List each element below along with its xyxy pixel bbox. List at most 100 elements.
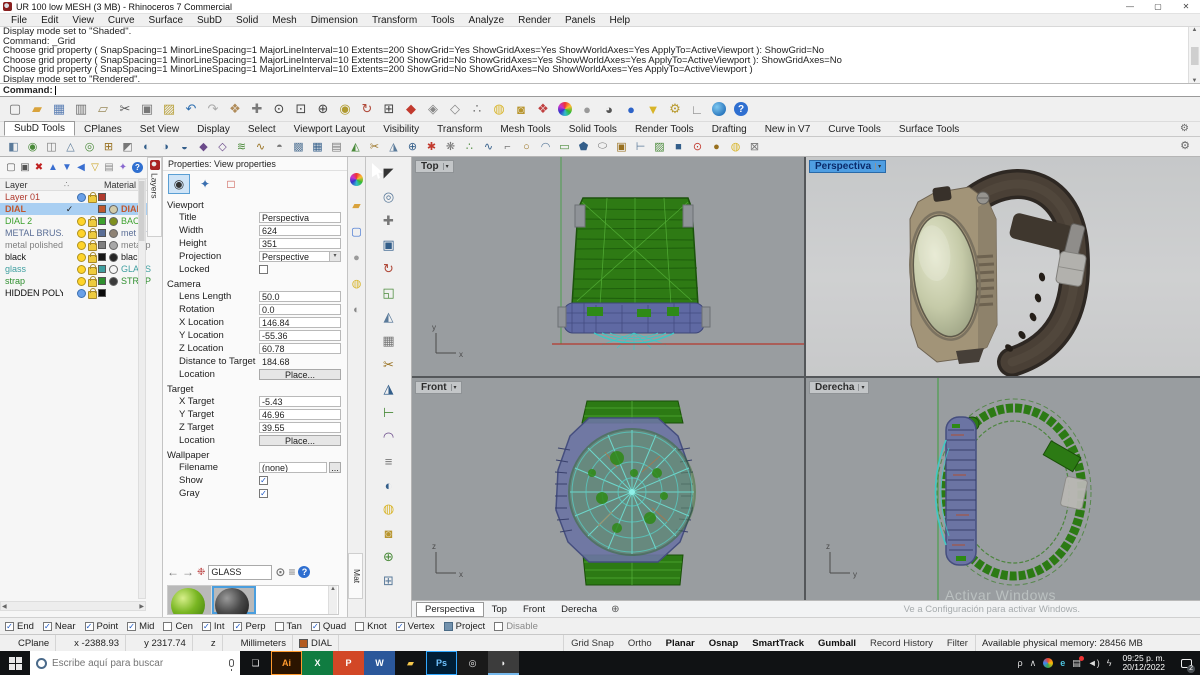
toggle-gumball[interactable]: Gumball: [811, 635, 863, 651]
array-icon[interactable]: ▤: [327, 138, 346, 155]
block-icon[interactable]: ■: [669, 138, 688, 155]
search-icon[interactable]: ⊙: [275, 565, 285, 579]
tray-chevron-up-icon[interactable]: ∧: [1030, 658, 1037, 669]
back-arrow-icon[interactable]: ←: [167, 565, 179, 579]
taskbar-powerpoint-icon[interactable]: P: [333, 651, 364, 675]
toggle-record-history[interactable]: Record History: [863, 635, 940, 651]
pan-icon[interactable]: ❖: [224, 99, 246, 120]
trim-icon[interactable]: ✂: [365, 138, 384, 155]
osnap-checkbox[interactable]: [443, 621, 453, 631]
sweep-icon[interactable]: ∿: [251, 138, 270, 155]
viewport-top[interactable]: Top ▾ y x: [412, 157, 804, 376]
forward-arrow-icon[interactable]: →: [182, 565, 194, 579]
osnap-knot[interactable]: Knot: [355, 621, 387, 632]
explode-icon[interactable]: ✱: [422, 138, 441, 155]
help-icon[interactable]: ?: [734, 102, 748, 116]
redo-icon[interactable]: ↷: [202, 99, 224, 120]
hatch-icon[interactable]: ▨: [650, 138, 669, 155]
osnap-checkbox[interactable]: [274, 621, 284, 631]
lights-tab-icon[interactable]: ◍: [350, 277, 363, 290]
layer-lock-icon[interactable]: [87, 288, 98, 299]
osnap-checkbox[interactable]: ✓: [42, 621, 52, 631]
render-frame-icon[interactable]: □: [220, 174, 242, 194]
layer-visibility-bulb-icon[interactable]: [76, 288, 87, 298]
new-file-icon[interactable]: ▢: [4, 99, 26, 120]
layer-visibility-bulb-icon[interactable]: [76, 216, 87, 226]
tab-visibility[interactable]: Visibility: [374, 123, 428, 136]
new-layer-icon[interactable]: ▢: [4, 160, 18, 176]
save-icon[interactable]: ▦: [48, 99, 70, 120]
scroll-left-icon[interactable]: ◀: [2, 603, 7, 610]
camera-icon[interactable]: ⊠: [745, 138, 764, 155]
toggle-ortho[interactable]: Ortho: [621, 635, 659, 651]
zoom-selected-icon[interactable]: ◉: [334, 99, 356, 120]
layer-lock-icon[interactable]: [87, 252, 98, 263]
help-tab-icon[interactable]: ◐: [350, 303, 363, 316]
tray-usb-icon[interactable]: ϟ: [1107, 658, 1112, 668]
vp-tab-top[interactable]: Top: [484, 603, 515, 616]
delete-layer-icon[interactable]: ✖: [32, 160, 46, 176]
tray-people-icon[interactable]: ρ: [1018, 658, 1023, 668]
polyline-icon[interactable]: ⌐: [498, 138, 517, 155]
menu-tools[interactable]: Tools: [424, 15, 461, 26]
materials-side-tab[interactable]: Mat: [348, 553, 363, 599]
paste-icon[interactable]: ▨: [158, 99, 180, 120]
material-thumb-green[interactable]: [168, 586, 212, 614]
layer-color-swatch[interactable]: [98, 277, 106, 285]
status-units[interactable]: Millimeters: [223, 635, 293, 651]
layers-tab-icon[interactable]: ▰: [350, 199, 363, 212]
offset-tool-icon[interactable]: ≡: [377, 449, 401, 473]
start-button[interactable]: [0, 651, 30, 675]
tab-mesh-tools[interactable]: Mesh Tools: [491, 123, 559, 136]
shaded-display-icon[interactable]: ◆: [400, 99, 422, 120]
zoom-icon[interactable]: ⊙: [268, 99, 290, 120]
menu-edit[interactable]: Edit: [34, 15, 65, 26]
polygon-icon[interactable]: ⬟: [574, 138, 593, 155]
menu-surface[interactable]: Surface: [142, 15, 190, 26]
layer-color-swatch[interactable]: [98, 253, 106, 261]
viewport-title-field[interactable]: Perspectiva: [259, 212, 341, 223]
selection-filter-icon[interactable]: ◎: [377, 185, 401, 209]
layer-color-swatch[interactable]: [98, 217, 106, 225]
menu-mesh[interactable]: Mesh: [265, 15, 303, 26]
chevron-down-icon[interactable]: ▾: [875, 163, 883, 170]
tab-curve-tools[interactable]: Curve Tools: [819, 123, 890, 136]
vp-tab-perspective[interactable]: Perspectiva: [416, 601, 484, 617]
zoom-extents-icon[interactable]: ⊕: [312, 99, 334, 120]
dimension-icon[interactable]: ⊢: [631, 138, 650, 155]
menu-render[interactable]: Render: [511, 15, 558, 26]
viewport-width-field[interactable]: 624: [259, 225, 341, 236]
layer-lock-icon[interactable]: [87, 240, 98, 251]
tab-select[interactable]: Select: [239, 123, 285, 136]
osnap-checkbox[interactable]: ✓: [201, 621, 211, 631]
rotate-view-icon[interactable]: ↻: [356, 99, 378, 120]
scroll-up-icon[interactable]: ▲: [1192, 27, 1198, 33]
render-sphere-gray-icon[interactable]: ●: [576, 99, 598, 120]
layers-help-icon[interactable]: ?: [132, 162, 143, 173]
lock-icon[interactable]: ◙: [510, 99, 532, 120]
offset-icon[interactable]: ◩: [118, 138, 137, 155]
subd-cylinder-icon[interactable]: ◫: [42, 138, 61, 155]
toggle-filter[interactable]: Filter: [940, 635, 975, 651]
curve-boolean-icon[interactable]: ◐: [377, 473, 401, 497]
layer-tools-icon[interactable]: ✦: [116, 160, 130, 176]
toggle-smarttrack[interactable]: SmartTrack: [745, 635, 811, 651]
viewport-perspective[interactable]: Perspectiva ▾: [806, 157, 1200, 376]
materials-library-icon[interactable]: ❉: [197, 567, 205, 578]
minimize-button[interactable]: —: [1116, 0, 1144, 13]
move-down-icon[interactable]: ▼: [60, 160, 74, 176]
tab-solid-tools[interactable]: Solid Tools: [560, 123, 626, 136]
layer-color-swatch[interactable]: [98, 205, 106, 213]
move-icon[interactable]: ✚: [246, 99, 268, 120]
rectangle-icon[interactable]: ▭: [555, 138, 574, 155]
menu-view[interactable]: View: [65, 15, 101, 26]
boolean-intersect-icon[interactable]: ◒: [175, 138, 194, 155]
osnap-checkbox[interactable]: ✓: [5, 621, 14, 631]
x-target-field[interactable]: -5.43: [259, 396, 341, 407]
rotate-tool-icon[interactable]: ↻: [377, 257, 401, 281]
cplane-icon[interactable]: ⊞: [377, 569, 401, 593]
tab-surface-tools[interactable]: Surface Tools: [890, 123, 968, 136]
camera-place-button[interactable]: Place...: [259, 369, 341, 380]
layer-lock-icon[interactable]: [87, 216, 98, 227]
material-thumb-black[interactable]: [212, 586, 256, 614]
